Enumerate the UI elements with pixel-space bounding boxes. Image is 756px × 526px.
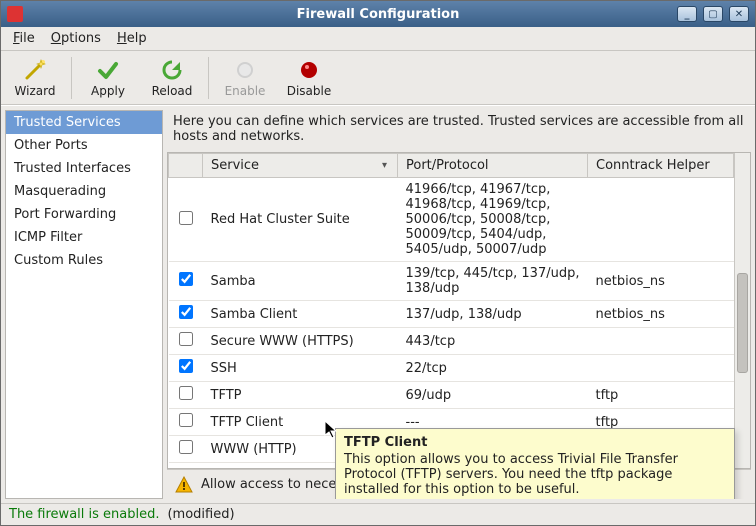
service-conntrack — [588, 328, 734, 355]
service-port: 139/tcp, 445/tcp, 137/udp, 138/udp — [398, 262, 588, 301]
service-checkbox[interactable] — [179, 211, 193, 225]
reload-label: Reload — [152, 84, 193, 98]
apply-button[interactable]: Apply — [76, 53, 140, 103]
enable-button: Enable — [213, 53, 277, 103]
col-check[interactable] — [169, 154, 203, 178]
toolbar-separator-2 — [208, 57, 209, 99]
wand-icon — [23, 58, 47, 82]
sidebar-item-trusted-services[interactable]: Trusted Services — [6, 111, 162, 134]
service-checkbox[interactable] — [179, 386, 193, 400]
sidebar-item-masquerading[interactable]: Masquerading — [6, 180, 162, 203]
service-name: SSH — [203, 355, 398, 382]
sidebar-item-custom-rules[interactable]: Custom Rules — [6, 249, 162, 272]
close-button[interactable]: ✕ — [729, 6, 749, 22]
tooltip: TFTP Client This option allows you to ac… — [335, 428, 735, 499]
service-name: TFTP — [203, 382, 398, 409]
table-row[interactable]: Secure WWW (HTTPS)443/tcp — [169, 328, 734, 355]
titlebar: Firewall Configuration _ ▢ ✕ — [1, 1, 755, 27]
tooltip-body: This option allows you to access Trivial… — [344, 452, 726, 497]
toolbar: Wizard Apply Reload Enable Disable — [1, 51, 755, 105]
col-conntrack[interactable]: Conntrack Helper — [588, 154, 734, 178]
service-checkbox[interactable] — [179, 305, 193, 319]
service-port: 137/udp, 138/udp — [398, 301, 588, 328]
body: Trusted ServicesOther PortsTrusted Inter… — [1, 105, 755, 503]
scrollbar-thumb[interactable] — [737, 273, 748, 373]
status-bar: The firewall is enabled. (modified) — [1, 503, 755, 525]
reload-icon — [160, 58, 184, 82]
service-conntrack — [588, 355, 734, 382]
service-conntrack — [588, 178, 734, 262]
wizard-button[interactable]: Wizard — [3, 53, 67, 103]
disable-label: Disable — [287, 84, 332, 98]
table-row[interactable]: Red Hat Cluster Suite41966/tcp, 41967/tc… — [169, 178, 734, 262]
service-port: 443/tcp — [398, 328, 588, 355]
service-checkbox[interactable] — [179, 359, 193, 373]
window: Firewall Configuration _ ▢ ✕ File Option… — [0, 0, 756, 526]
check-icon — [96, 58, 120, 82]
wizard-label: Wizard — [15, 84, 56, 98]
service-checkbox[interactable] — [179, 440, 193, 454]
table-row[interactable]: Samba139/tcp, 445/tcp, 137/udp, 138/udpn… — [169, 262, 734, 301]
sidebar[interactable]: Trusted ServicesOther PortsTrusted Inter… — [5, 110, 163, 499]
sidebar-item-trusted-interfaces[interactable]: Trusted Interfaces — [6, 157, 162, 180]
sidebar-item-port-forwarding[interactable]: Port Forwarding — [6, 203, 162, 226]
service-name: Samba — [203, 262, 398, 301]
tooltip-title: TFTP Client — [344, 435, 726, 450]
status-modified-text: (modified) — [167, 507, 234, 522]
col-port[interactable]: Port/Protocol — [398, 154, 588, 178]
table-row[interactable]: Samba Client137/udp, 138/udpnetbios_ns — [169, 301, 734, 328]
col-service[interactable]: Service▾ — [203, 154, 398, 178]
sidebar-item-other-ports[interactable]: Other Ports — [6, 134, 162, 157]
minimize-button[interactable]: _ — [677, 6, 697, 22]
enable-icon — [233, 58, 257, 82]
menu-help[interactable]: Help — [111, 29, 153, 48]
toolbar-separator — [71, 57, 72, 99]
description-text: Here you can define which services are t… — [167, 110, 751, 152]
service-conntrack: netbios_ns — [588, 262, 734, 301]
enable-label: Enable — [225, 84, 266, 98]
menu-bar: File Options Help — [1, 27, 755, 51]
maximize-button[interactable]: ▢ — [703, 6, 723, 22]
service-name: Secure WWW (HTTPS) — [203, 328, 398, 355]
window-title: Firewall Configuration — [1, 7, 755, 22]
app-icon — [7, 6, 23, 22]
warning-text: Allow access to nece — [201, 477, 336, 492]
vertical-scrollbar[interactable] — [734, 153, 750, 468]
menu-options[interactable]: Options — [45, 29, 107, 48]
service-checkbox[interactable] — [179, 272, 193, 286]
main-panel: Here you can define which services are t… — [167, 110, 751, 499]
reload-button[interactable]: Reload — [140, 53, 204, 103]
menu-file[interactable]: File — [7, 29, 41, 48]
status-enabled-text: The firewall is enabled. — [9, 507, 159, 522]
apply-label: Apply — [91, 84, 125, 98]
service-checkbox[interactable] — [179, 332, 193, 346]
sort-indicator-icon: ▾ — [382, 160, 387, 171]
services-table-scroll[interactable]: Service▾ Port/Protocol Conntrack Helper … — [168, 153, 734, 468]
table-row[interactable]: TFTP69/udptftp — [169, 382, 734, 409]
service-name: Samba Client — [203, 301, 398, 328]
service-conntrack: tftp — [588, 382, 734, 409]
service-port: 69/udp — [398, 382, 588, 409]
service-port: 22/tcp — [398, 355, 588, 382]
service-conntrack: netbios_ns — [588, 301, 734, 328]
sidebar-item-icmp-filter[interactable]: ICMP Filter — [6, 226, 162, 249]
service-name: Red Hat Cluster Suite — [203, 178, 398, 262]
disable-button[interactable]: Disable — [277, 53, 341, 103]
warning-icon — [175, 476, 193, 494]
service-checkbox[interactable] — [179, 413, 193, 427]
service-port: 41966/tcp, 41967/tcp, 41968/tcp, 41969/t… — [398, 178, 588, 262]
disable-icon — [297, 58, 321, 82]
services-table-wrap: Service▾ Port/Protocol Conntrack Helper … — [167, 152, 751, 469]
services-table: Service▾ Port/Protocol Conntrack Helper … — [168, 153, 734, 463]
table-row[interactable]: SSH22/tcp — [169, 355, 734, 382]
